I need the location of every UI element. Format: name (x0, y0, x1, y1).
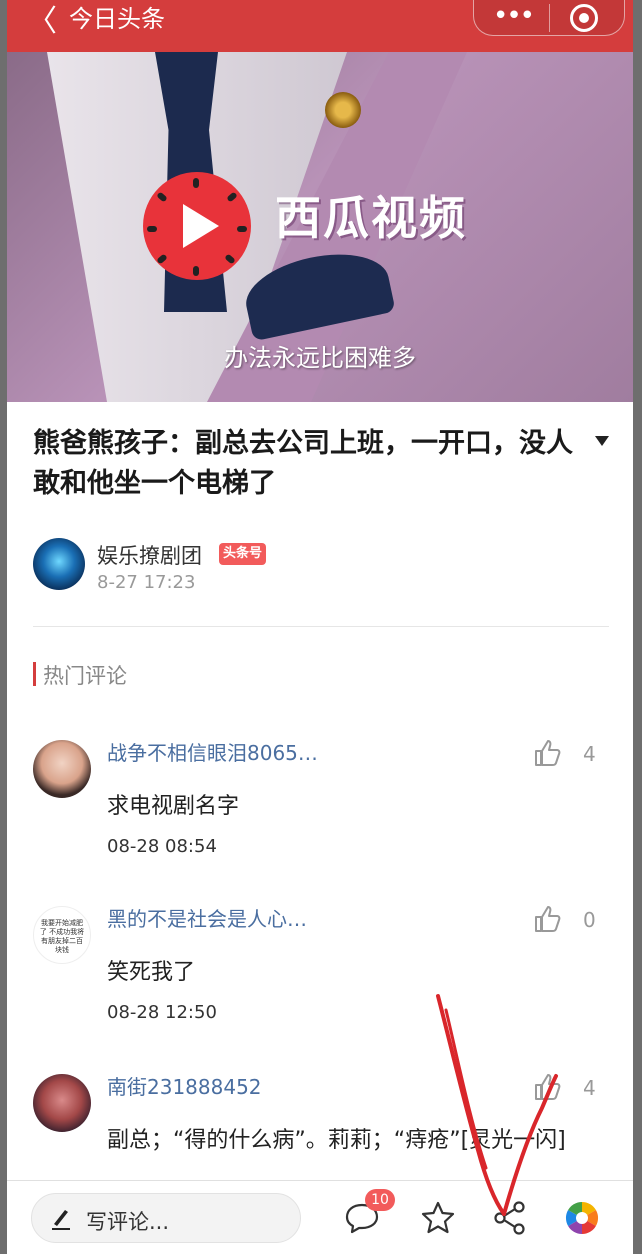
share-icon[interactable] (491, 1199, 529, 1237)
mini-program-capsule: ••• (473, 0, 625, 36)
seed-dot (193, 266, 199, 276)
expand-triangle-icon[interactable] (595, 436, 609, 446)
section-accent-bar (33, 662, 36, 686)
author-avatar[interactable] (33, 538, 85, 590)
seed-dot (224, 253, 236, 265)
commenter-name[interactable]: 黑的不是社会是人心… (107, 906, 407, 932)
back-icon[interactable]: 〈 (27, 4, 57, 40)
pencil-icon (52, 1210, 70, 1230)
write-comment-input[interactable]: 写评论... (31, 1193, 301, 1243)
capsule-divider (549, 4, 550, 32)
app-header: 〈 今日头条 ••• (7, 0, 633, 52)
comment-item: 我要开始减肥了 不成功我将有朋友掉二百块钱 黑的不是社会是人心… 0 笑死我了 … (7, 906, 633, 1066)
divider (33, 626, 609, 627)
like-count: 4 (583, 742, 596, 766)
commenter-name[interactable]: 战争不相信眼泪8065… (107, 740, 407, 766)
seed-dot (226, 191, 238, 203)
seed-dot (193, 178, 199, 188)
thumbs-up-icon[interactable] (533, 904, 563, 934)
comment-count-badge: 10 (365, 1189, 395, 1211)
article-title: 熊爸熊孩子：副总去公司上班，一开口，没人敢和他坐一个电梯了 (33, 428, 573, 499)
publish-time: 8-27 17:23 (97, 572, 196, 593)
page-title: 今日头条 (69, 5, 165, 33)
avatar-text: 我要开始减肥了 不成功我将有朋友掉二百块钱 (39, 919, 85, 954)
commenter-avatar[interactable] (33, 1074, 91, 1132)
thumbs-up-icon[interactable] (533, 738, 563, 768)
author-badge: 头条号 (219, 543, 267, 565)
commenter-avatar[interactable]: 我要开始减肥了 不成功我将有朋友掉二百块钱 (33, 906, 91, 964)
play-icon[interactable] (143, 172, 251, 280)
seed-dot (147, 226, 157, 232)
hot-comments-heading: 热门评论 (43, 664, 127, 688)
like-count: 0 (583, 908, 596, 932)
article-card: 西瓜视频 办法永远比困难多 熊爸熊孩子：副总去公司上班，一开口，没人敢和他坐一个… (7, 52, 633, 1254)
author-name[interactable]: 娱乐撩剧团 (97, 540, 202, 570)
star-icon[interactable] (419, 1199, 457, 1237)
bottom-toolbar: 写评论... 10 (7, 1180, 633, 1254)
comment-text: 副总；“得的什么病”。莉莉；“痔疮”[灵光一闪] (107, 1128, 566, 1153)
video-subtitle: 办法永远比困难多 (224, 344, 416, 372)
like-count: 4 (583, 1076, 596, 1100)
lapel-pin-shape (325, 92, 361, 128)
thumbs-up-icon[interactable] (533, 1072, 563, 1102)
seed-dot (156, 253, 168, 265)
seed-dot (237, 226, 247, 232)
video-brand-logo: 西瓜视频 (275, 191, 467, 245)
commenter-name[interactable]: 南街231888452 (107, 1074, 407, 1100)
write-comment-label: 写评论... (86, 1210, 170, 1234)
photo-color-wheel-icon[interactable] (563, 1199, 601, 1237)
comment-item: 战争不相信眼泪8065… 4 求电视剧名字 08-28 08:54 (7, 740, 633, 900)
comment-time: 08-28 08:54 (107, 836, 217, 857)
comment-time: 08-28 12:50 (107, 1002, 217, 1023)
close-target-icon[interactable] (570, 4, 598, 32)
video-player[interactable]: 西瓜视频 办法永远比困难多 (7, 52, 633, 402)
comment-text: 笑死我了 (107, 960, 196, 985)
play-triangle (183, 204, 219, 248)
comment-text: 求电视剧名字 (107, 794, 240, 819)
seed-dot (156, 191, 168, 203)
commenter-avatar[interactable] (33, 740, 91, 798)
more-icon[interactable]: ••• (488, 3, 538, 29)
